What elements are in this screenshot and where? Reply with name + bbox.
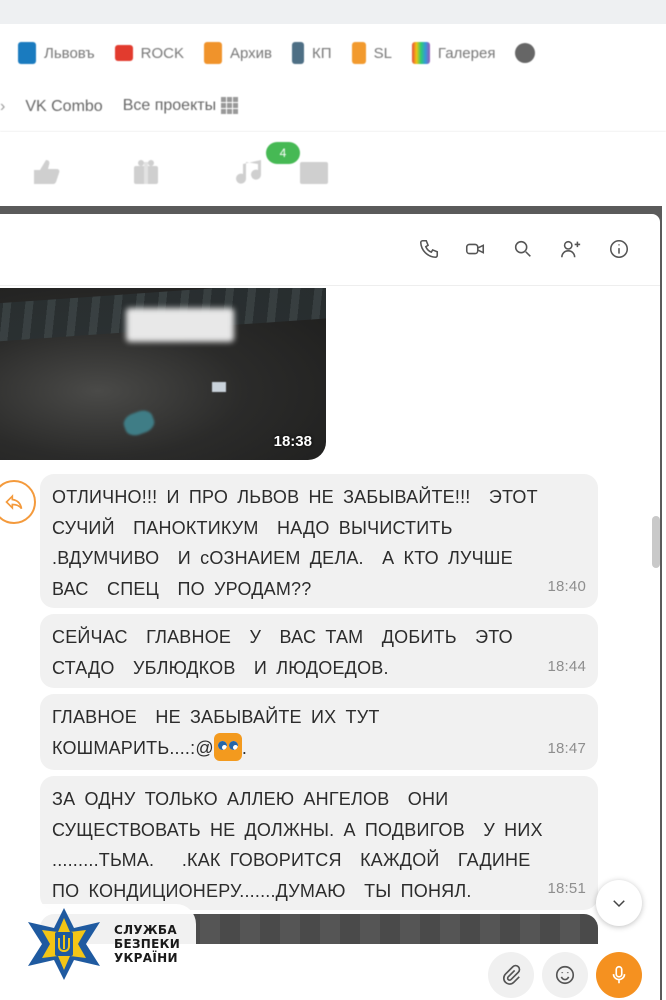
message-text-part: . — [241, 737, 248, 758]
voice-message-button[interactable] — [596, 952, 642, 998]
bookmark-item[interactable]: Львовъ — [18, 42, 95, 64]
message-time: 18:51 — [547, 879, 586, 897]
sbu-watermark: СЛУЖБА БЕЗПЕКИ УКРАЇНИ — [22, 904, 197, 984]
paperclip-icon — [503, 964, 521, 985]
sbu-line: БЕЗПЕКИ — [114, 937, 181, 951]
bookmarks-bar-secondary: › VK Combo Все проекты — [0, 82, 666, 132]
bookmark-label: Львовъ — [44, 44, 95, 62]
photo-timestamp: 18:38 — [273, 433, 312, 450]
message-time: 18:40 — [547, 577, 586, 595]
bookmark-favicon-icon — [114, 45, 133, 61]
bookmark-item[interactable] — [515, 43, 536, 63]
video-call-icon — [465, 243, 485, 255]
video-icon[interactable] — [296, 154, 332, 190]
message-bubble[interactable]: СЕЙЧАС ГЛАВНОЕ У ВАС ТАМ ДОБИТЬ ЭТО СТАД… — [40, 614, 598, 688]
bookmark-favicon-icon — [351, 42, 366, 64]
video-call-button[interactable] — [462, 236, 488, 262]
reply-button[interactable] — [0, 480, 36, 524]
bookmark-separator: › — [0, 97, 6, 115]
sbu-line: СЛУЖБА — [114, 923, 177, 937]
bookmark-favicon-icon — [18, 42, 36, 64]
surprised-emoji-icon — [213, 732, 242, 761]
chat-header — [0, 214, 660, 286]
bookmark-item[interactable]: Архив — [204, 42, 272, 64]
scrollbar-thumb[interactable] — [652, 516, 660, 568]
sbu-watermark-text: СЛУЖБА БЕЗПЕКИ УКРАЇНИ — [114, 923, 180, 965]
message-text: ГЛАВНОЕ НЕ ЗАБЫВАЙТЕ ИХ ТУТ КОШМАРИТЬ...… — [52, 702, 586, 763]
emoji-icon — [555, 965, 575, 985]
bookmark-label: Галерея — [437, 44, 496, 62]
bookmark-favicon-icon — [411, 42, 430, 64]
sbu-line: УКРАЇНИ — [114, 951, 178, 965]
photo-content — [212, 382, 226, 392]
bookmark-label: Все проекты — [122, 97, 217, 115]
sbu-shield-logo-icon — [28, 908, 100, 980]
chat-panel: 18:38 ОТЛИЧНО!!! И ПРО ЛЬВОВ НЕ ЗАБЫВАЙТ… — [0, 214, 660, 1000]
bookmark-item[interactable]: КП — [292, 42, 332, 64]
browser-top-strip — [0, 0, 666, 24]
bookmark-item[interactable]: SL — [351, 42, 392, 64]
blurred-label — [126, 308, 234, 342]
like-icon[interactable] — [28, 154, 64, 190]
message-time: 18:47 — [547, 739, 586, 757]
globe-icon — [515, 43, 536, 63]
bookmark-item[interactable]: Галерея — [411, 42, 496, 64]
microphone-icon — [612, 965, 626, 984]
apps-grid-icon — [220, 97, 239, 116]
add-user-icon — [561, 240, 581, 258]
add-user-button[interactable] — [558, 236, 584, 262]
gifts-icon[interactable] — [128, 154, 164, 190]
attach-button[interactable] — [488, 952, 534, 998]
phone-call-button[interactable] — [416, 236, 442, 262]
bookmark-item[interactable]: VK Combo — [25, 98, 102, 116]
bookmark-item[interactable]: ROCK — [114, 44, 184, 62]
bookmark-label: ROCK — [140, 44, 184, 62]
search-button[interactable] — [510, 236, 536, 262]
bookmarks-bar: Львовъ ROCK Архив КП SL Галерея — [0, 24, 666, 82]
scroll-to-bottom-button[interactable] — [596, 880, 642, 926]
emoji-button[interactable] — [542, 952, 588, 998]
info-button[interactable] — [606, 236, 632, 262]
bookmark-item[interactable]: Все проекты — [122, 97, 239, 116]
message-text: СЕЙЧАС ГЛАВНОЕ У ВАС ТАМ ДОБИТЬ ЭТО СТАД… — [52, 627, 513, 678]
bookmark-label: КП — [312, 44, 332, 62]
music-icon[interactable] — [232, 154, 268, 190]
message-text: ЗА ОДНУ ТОЛЬКО АЛЛЕЮ АНГЕЛОВ ОНИ СУЩЕСТВ… — [52, 789, 543, 901]
notification-badge: 4 — [266, 142, 300, 164]
bookmark-favicon-icon — [204, 42, 222, 64]
message-text: ОТЛИЧНО!!! И ПРО ЛЬВОВ НЕ ЗАБЫВАЙТЕ!!! Э… — [52, 487, 538, 599]
message-bubble[interactable]: ГЛАВНОЕ НЕ ЗАБЫВАЙТЕ ИХ ТУТ КОШМАРИТЬ...… — [40, 694, 598, 770]
chevron-down-icon — [613, 900, 625, 908]
reply-icon — [5, 494, 23, 510]
photo-content — [121, 407, 157, 439]
phone-icon — [419, 239, 439, 259]
bookmark-label: SL — [373, 44, 392, 62]
bookmark-label: Архив — [230, 44, 273, 62]
search-icon — [514, 240, 531, 257]
message-time: 18:44 — [547, 657, 586, 675]
info-icon — [609, 239, 629, 259]
bookmark-favicon-icon — [292, 42, 305, 64]
photo-attachment[interactable]: 18:38 — [0, 288, 326, 460]
message-bubble[interactable]: ОТЛИЧНО!!! И ПРО ЛЬВОВ НЕ ЗАБЫВАЙТЕ!!! Э… — [40, 474, 598, 608]
site-navigation — [0, 132, 666, 208]
message-bubble[interactable]: ЗА ОДНУ ТОЛЬКО АЛЛЕЮ АНГЕЛОВ ОНИ СУЩЕСТВ… — [40, 776, 598, 910]
